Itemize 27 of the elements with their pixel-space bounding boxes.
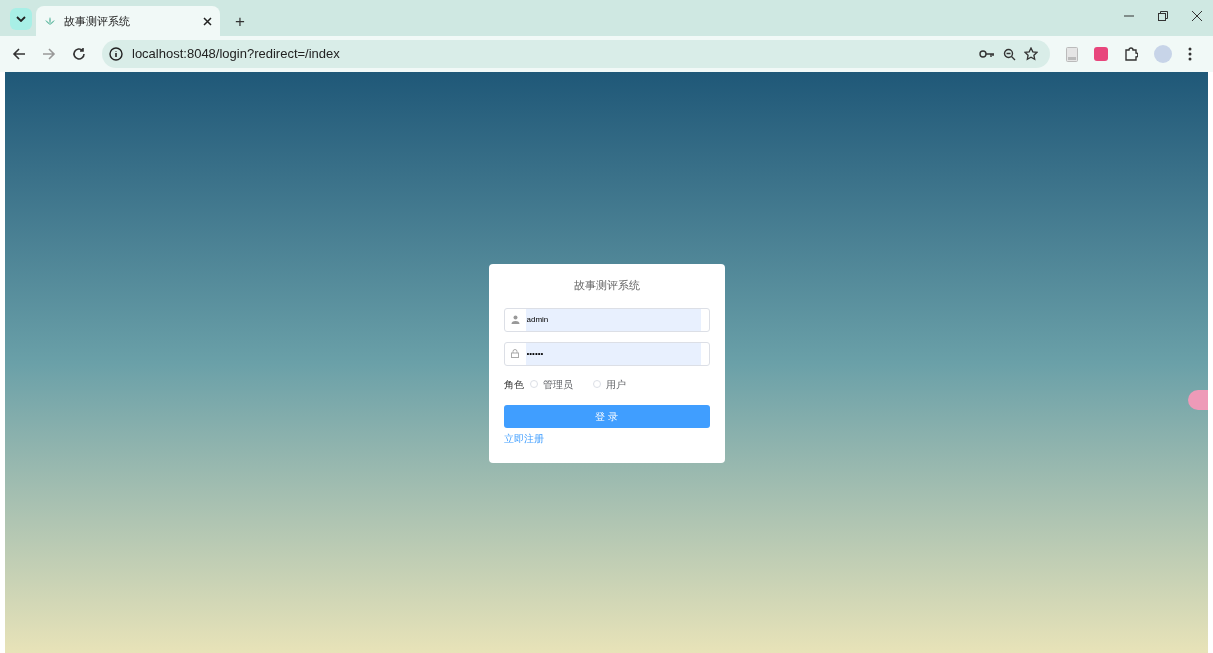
new-tab-button[interactable]: + [230, 13, 250, 30]
browser-tab[interactable]: 故事测评系统 [36, 6, 220, 36]
chevron-down-icon [16, 16, 26, 22]
input-field[interactable]: admin [503, 307, 710, 332]
zoom-out-icon[interactable] [1003, 47, 1016, 61]
login-title: 故事测评系统 [572, 278, 641, 293]
puzzle-icon[interactable] [1124, 47, 1138, 61]
user-icon [510, 315, 520, 324]
lock-icon [511, 349, 519, 358]
input-field[interactable]: •••••• [503, 341, 710, 366]
close-icon[interactable] [203, 16, 212, 26]
role-radio[interactable]: 用户 [592, 376, 626, 392]
reload-icon[interactable] [72, 47, 86, 61]
back-icon[interactable] [12, 47, 26, 61]
role-radio[interactable]: 管理员 [529, 376, 573, 392]
role-label: 角色 [503, 377, 524, 392]
star-icon[interactable] [1024, 47, 1038, 61]
info-icon[interactable] [108, 46, 124, 62]
forward-icon[interactable] [42, 47, 56, 61]
more-icon[interactable] [1188, 47, 1192, 61]
key-icon[interactable] [979, 49, 995, 59]
close-icon[interactable] [1191, 10, 1203, 22]
tab-title: 故事测评系统 [64, 13, 131, 29]
restore-icon[interactable] [1157, 10, 1169, 22]
tab-list-button[interactable] [10, 8, 32, 30]
address-bar[interactable]: localhost:8048/login?redirect=/index [102, 40, 1050, 68]
url-text: localhost:8048/login?redirect=/index [132, 45, 341, 64]
